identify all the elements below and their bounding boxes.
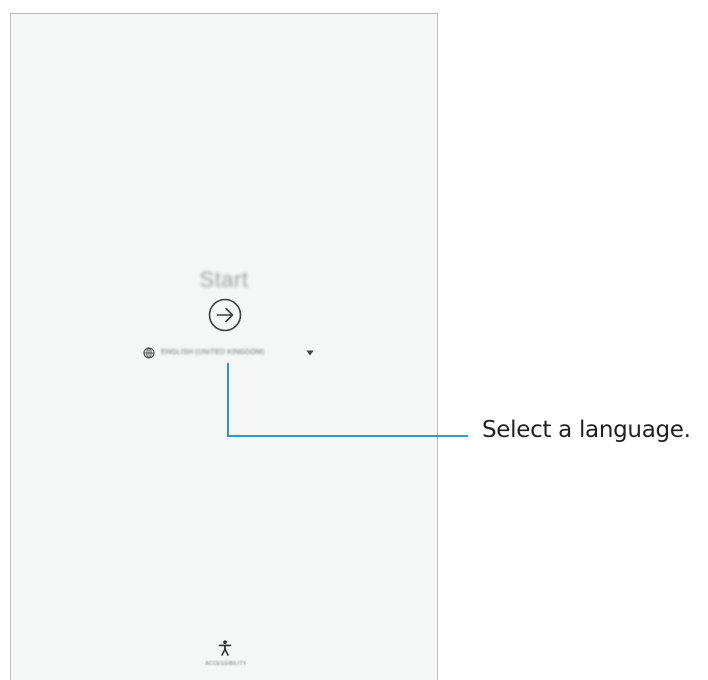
start-button[interactable] — [207, 297, 243, 333]
accessibility-icon — [218, 640, 232, 656]
globe-icon — [143, 347, 155, 359]
manual-page: Start ENGLISH (UNITED KINGDOM) ACCESSIBI… — [0, 0, 708, 680]
dropdown-arrow-icon — [306, 350, 314, 356]
language-selector[interactable]: ENGLISH (UNITED KINGDOM) — [139, 344, 321, 362]
device-screen: Start ENGLISH (UNITED KINGDOM) ACCESSIBI… — [10, 13, 438, 680]
accessibility-label: ACCESSIBILITY — [205, 661, 247, 667]
callout-text: Select a language. — [482, 417, 691, 443]
language-label: ENGLISH (UNITED KINGDOM) — [161, 349, 265, 356]
accessibility-button[interactable]: ACCESSIBILITY — [191, 638, 261, 678]
arrow-right-circle-icon — [207, 297, 243, 333]
start-title: Start — [199, 267, 249, 292]
